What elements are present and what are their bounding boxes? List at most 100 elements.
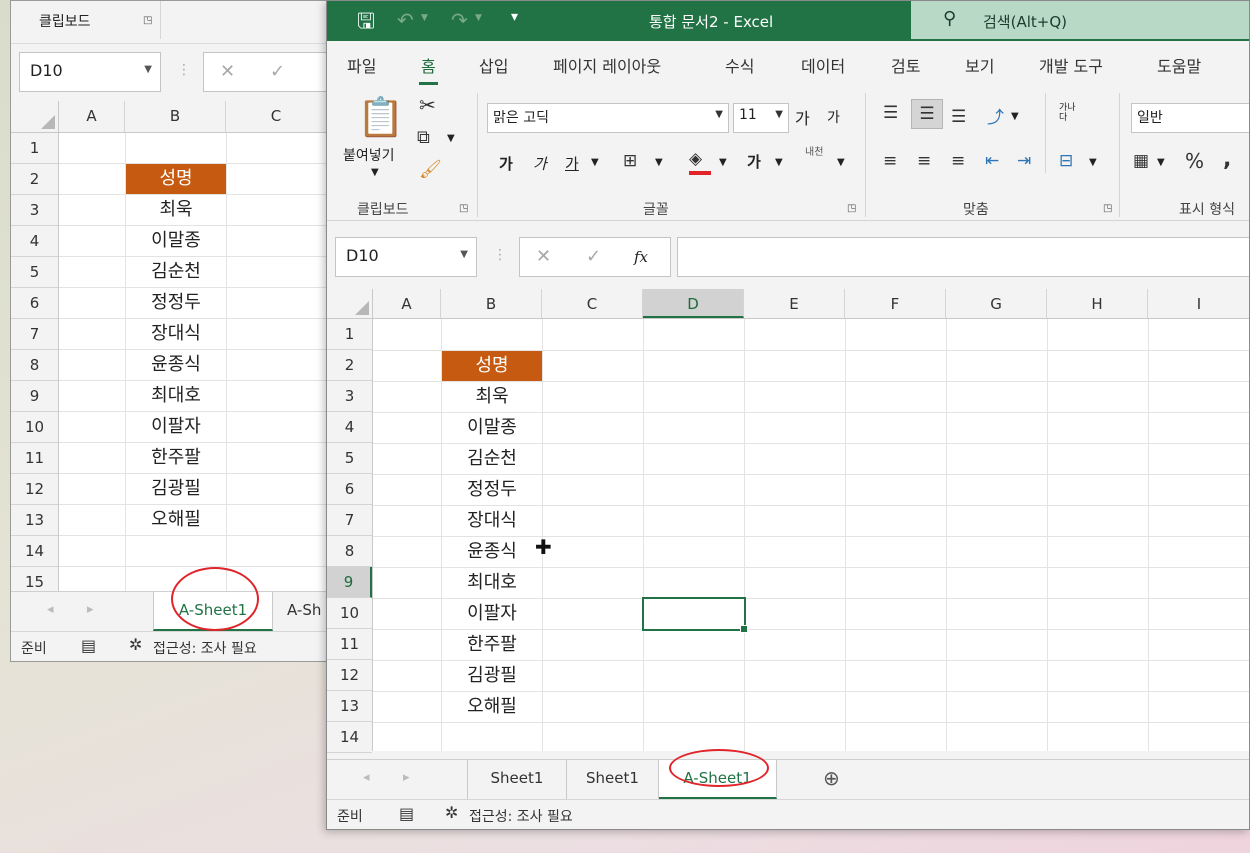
- name-cell[interactable]: 김광필: [442, 661, 542, 691]
- underline-icon[interactable]: 가: [565, 153, 579, 174]
- phonetic-icon[interactable]: 내천: [805, 147, 827, 158]
- name-cell[interactable]: 김순천: [126, 257, 226, 287]
- chevron-down-icon[interactable]: ▼: [475, 13, 482, 23]
- active-cell[interactable]: [642, 597, 748, 633]
- orientation-icon[interactable]: ⤴: [987, 103, 1004, 128]
- font-color-icon[interactable]: 가: [747, 151, 761, 172]
- undo-icon[interactable]: ↶: [397, 8, 414, 32]
- tab-developer[interactable]: 개발 도구: [1039, 53, 1103, 77]
- accessibility-icon[interactable]: ✲: [129, 635, 142, 654]
- scroll-right-icon[interactable]: ▸: [403, 770, 410, 785]
- accessibility-status[interactable]: 접근성: 조사 필요: [153, 638, 257, 658]
- name-cell[interactable]: 이팔자: [126, 412, 226, 442]
- select-all-corner[interactable]: [327, 289, 373, 319]
- chevron-down-icon[interactable]: ▼: [715, 109, 723, 120]
- column-header[interactable]: B: [441, 289, 542, 318]
- tab-insert[interactable]: 삽입: [479, 53, 508, 77]
- dialog-launcher-icon[interactable]: ◳: [143, 15, 152, 26]
- chevron-down-icon[interactable]: ▼: [837, 157, 845, 168]
- name-cell[interactable]: 장대식: [126, 319, 226, 349]
- chevron-down-icon[interactable]: ▼: [460, 249, 468, 260]
- column-header[interactable]: C: [542, 289, 643, 318]
- tab-review[interactable]: 검토: [891, 53, 920, 77]
- accounting-format-icon[interactable]: ▦: [1133, 151, 1149, 171]
- column-header[interactable]: H: [1047, 289, 1148, 318]
- align-top-icon[interactable]: ☰: [883, 103, 898, 123]
- accessibility-status[interactable]: 접근성: 조사 필요: [469, 806, 573, 826]
- grow-font-icon[interactable]: 가: [795, 105, 810, 129]
- number-format-select[interactable]: 일반: [1131, 103, 1249, 133]
- row-header[interactable]: 5: [11, 257, 58, 288]
- row-header[interactable]: 9: [11, 381, 58, 412]
- search-box[interactable]: ⚲ 검색(Alt+Q): [911, 1, 1249, 39]
- select-all-corner[interactable]: [11, 101, 59, 133]
- merge-center-icon[interactable]: ⊟: [1059, 151, 1073, 171]
- name-cell[interactable]: 오해필: [126, 505, 226, 535]
- name-cell[interactable]: 한주팔: [126, 443, 226, 473]
- column-header[interactable]: A: [59, 101, 125, 132]
- comma-style-icon[interactable]: ,: [1223, 147, 1231, 172]
- fill-color-icon[interactable]: ◈: [689, 149, 702, 169]
- name-cell[interactable]: 정정두: [442, 475, 542, 505]
- cancel-icon[interactable]: ✕: [536, 246, 551, 267]
- cut-icon[interactable]: ✂: [419, 93, 436, 117]
- header-cell[interactable]: 성명: [442, 351, 542, 381]
- name-cell[interactable]: 장대식: [442, 506, 542, 536]
- insert-function-icon[interactable]: fx: [634, 248, 648, 266]
- format-painter-icon[interactable]: 🖌: [419, 159, 442, 180]
- row-header[interactable]: 14: [327, 722, 372, 753]
- tab-formulas[interactable]: 수식: [725, 53, 754, 77]
- chevron-down-icon[interactable]: ▼: [447, 133, 455, 144]
- row-header[interactable]: 8: [327, 536, 372, 567]
- chevron-down-icon[interactable]: ▼: [719, 157, 727, 168]
- row-header[interactable]: 2: [11, 164, 58, 195]
- row-header[interactable]: 4: [327, 412, 372, 443]
- row-header[interactable]: 10: [327, 598, 372, 629]
- chevron-down-icon[interactable]: ▼: [775, 109, 783, 120]
- dialog-launcher-icon[interactable]: ◳: [1103, 203, 1112, 214]
- sheet-grid[interactable]: A B C 1 2 3 4 5 6 7 8 9 10 11 12 13 14 1…: [11, 101, 339, 598]
- row-header[interactable]: 6: [327, 474, 372, 505]
- formula-input[interactable]: ✕ ✓: [203, 52, 339, 92]
- name-cell[interactable]: 한주팔: [442, 630, 542, 660]
- align-right-icon[interactable]: ≡: [951, 151, 965, 171]
- name-box[interactable]: D10 ▼: [19, 52, 161, 92]
- row-header[interactable]: 3: [327, 381, 372, 412]
- percent-icon[interactable]: %: [1185, 149, 1204, 173]
- cancel-icon[interactable]: ✕: [220, 61, 235, 82]
- name-cell[interactable]: 이팔자: [442, 599, 542, 629]
- tab-data[interactable]: 데이터: [801, 53, 845, 77]
- column-header-selected[interactable]: D: [643, 289, 744, 318]
- name-cell[interactable]: 최대호: [126, 381, 226, 411]
- align-bottom-icon[interactable]: ☰: [951, 107, 966, 127]
- copy-icon[interactable]: ⧉: [417, 127, 430, 148]
- name-cell[interactable]: 윤종식: [442, 537, 542, 567]
- column-header[interactable]: A: [373, 289, 441, 318]
- decrease-indent-icon[interactable]: ⇤: [985, 151, 999, 171]
- italic-icon[interactable]: 가: [533, 153, 547, 174]
- column-header[interactable]: G: [946, 289, 1047, 318]
- sheet-grid[interactable]: A B C D E F G H I 1 2 3 4 5 6 7 8 9 10 1…: [327, 289, 1249, 753]
- row-header-selected[interactable]: 9: [327, 567, 372, 598]
- name-box[interactable]: D10 ▼: [335, 237, 477, 277]
- chevron-down-icon[interactable]: ▼: [144, 64, 152, 75]
- formula-input[interactable]: [677, 237, 1249, 277]
- accessibility-icon[interactable]: ✲: [445, 803, 458, 822]
- sheet-tab[interactable]: Sheet1: [567, 760, 659, 799]
- macro-record-icon[interactable]: ▤: [399, 804, 414, 823]
- shrink-font-icon[interactable]: 가: [827, 107, 840, 127]
- row-header[interactable]: 7: [11, 319, 58, 350]
- name-cell[interactable]: 김순천: [442, 444, 542, 474]
- chevron-down-icon[interactable]: ▼: [775, 157, 783, 168]
- add-sheet-icon[interactable]: ⊕: [823, 766, 840, 790]
- column-header[interactable]: C: [226, 101, 327, 132]
- customize-toolbar-icon[interactable]: ▾: [511, 9, 518, 25]
- chevron-down-icon[interactable]: ▼: [1157, 157, 1165, 168]
- name-cell[interactable]: 이말종: [126, 226, 226, 256]
- row-header[interactable]: 4: [11, 226, 58, 257]
- name-cell[interactable]: 최대호: [442, 568, 542, 598]
- row-header[interactable]: 8: [11, 350, 58, 381]
- font-size-select[interactable]: 11 ▼: [733, 103, 789, 133]
- row-header[interactable]: 12: [327, 660, 372, 691]
- save-icon[interactable]: 🖫: [357, 7, 375, 42]
